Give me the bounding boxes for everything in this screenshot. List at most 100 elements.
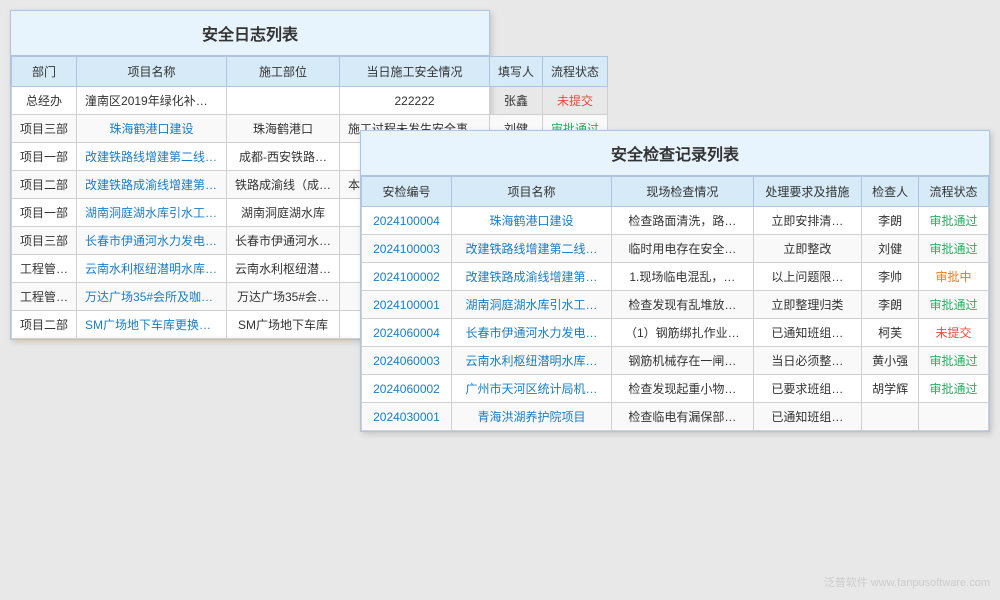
table-cell: 立即安排清… — [753, 207, 862, 235]
table-cell: 项目三部 — [12, 227, 77, 255]
table-cell[interactable]: 2024100003 — [362, 235, 452, 263]
table-cell[interactable]: 青海洪湖养护院项目 — [451, 403, 611, 431]
table-cell[interactable]: 万达广场35#会所及咖啡… — [77, 283, 227, 311]
safety-check-table: 安检编号项目名称现场检查情况处理要求及措施检查人流程状态 2024100004珠… — [361, 176, 989, 431]
table-cell[interactable]: 云南水利枢纽潜明水库一… — [77, 255, 227, 283]
table-cell: 项目一部 — [12, 143, 77, 171]
table-cell: 万达广场35#会… — [227, 283, 340, 311]
table-cell: 立即整理归类 — [753, 291, 862, 319]
column-header: 施工部位 — [227, 57, 340, 87]
table-row[interactable]: 2024060003云南水利枢纽潜明水库…钢筋机械存在一闸…当日必须整…黄小强审… — [362, 347, 989, 375]
table-cell[interactable]: 2024100002 — [362, 263, 452, 291]
table-cell: 检查发现有乱堆放… — [612, 291, 754, 319]
table-cell[interactable]: 改建铁路成渝线增建第二… — [77, 171, 227, 199]
table-cell: 项目二部 — [12, 311, 77, 339]
table-cell: 张鑫 — [490, 87, 543, 115]
table-cell: 胡学辉 — [862, 375, 919, 403]
table-cell: 李朗 — [862, 207, 919, 235]
table-cell[interactable]: 云南水利枢纽潜明水库… — [451, 347, 611, 375]
column-header: 填写人 — [490, 57, 543, 87]
table-cell[interactable]: 湖南洞庭湖水库引水工… — [451, 291, 611, 319]
table-cell: 审批通过 — [919, 347, 989, 375]
table-cell: 检查发现起重小物… — [612, 375, 754, 403]
table-cell: 已通知班组… — [753, 319, 862, 347]
table-cell[interactable]: 2024100001 — [362, 291, 452, 319]
table-cell: 钢筋机械存在一闸… — [612, 347, 754, 375]
table-cell: 珠海鹤港口 — [227, 115, 340, 143]
table-cell: 黄小强 — [862, 347, 919, 375]
table-cell: 已要求班组… — [753, 375, 862, 403]
watermark: 泛普软件 www.fanpusoftware.com — [824, 574, 990, 590]
table-cell: 柯芙 — [862, 319, 919, 347]
table-cell[interactable]: 改建铁路线增建第二线直… — [77, 143, 227, 171]
table-cell: 222222 — [340, 87, 490, 115]
safety-check-panel: 安全检查记录列表 安检编号项目名称现场检查情况处理要求及措施检查人流程状态 20… — [360, 130, 990, 432]
table-cell[interactable]: 改建铁路成渝线增建第… — [451, 263, 611, 291]
table-cell[interactable]: 长春市伊通河水力发电厂… — [77, 227, 227, 255]
table-cell: 潼南区2019年绿化补贴项… — [77, 87, 227, 115]
table-cell: 云南水利枢纽潜… — [227, 255, 340, 283]
column-header: 部门 — [12, 57, 77, 87]
table-cell[interactable]: SM广场地下车库更换摄… — [77, 311, 227, 339]
column-header: 流程状态 — [543, 57, 608, 87]
table-row[interactable]: 2024100003改建铁路线增建第二线…临时用电存在安全…立即整改刘健审批通过 — [362, 235, 989, 263]
table-row[interactable]: 总经办潼南区2019年绿化补贴项… 222222张鑫未提交 — [12, 87, 608, 115]
table-cell — [227, 87, 340, 115]
table-cell: 审批通过 — [919, 375, 989, 403]
table-cell[interactable]: 珠海鹤港口建设 — [451, 207, 611, 235]
table-row[interactable]: 2024100004珠海鹤港口建设检查路面清洗，路…立即安排清…李朗审批通过 — [362, 207, 989, 235]
table-cell: 铁路成渝线（成… — [227, 171, 340, 199]
table-cell: 项目一部 — [12, 199, 77, 227]
table-cell: 项目三部 — [12, 115, 77, 143]
table-cell — [862, 403, 919, 431]
table-row[interactable]: 2024030001青海洪湖养护院项目检查临电有漏保部…已通知班组… — [362, 403, 989, 431]
table-cell: 审批通过 — [919, 235, 989, 263]
table-cell[interactable]: 长春市伊通河水力发电… — [451, 319, 611, 347]
table-cell: 长春市伊通河水… — [227, 227, 340, 255]
table-cell: 检查临电有漏保部… — [612, 403, 754, 431]
table-cell: 李帅 — [862, 263, 919, 291]
table-cell: 审批通过 — [919, 207, 989, 235]
table-cell: （1）钢筋绑扎作业… — [612, 319, 754, 347]
table-cell: SM广场地下车库 — [227, 311, 340, 339]
table-cell: 1.现场临电混乱，… — [612, 263, 754, 291]
table-cell[interactable]: 2024030001 — [362, 403, 452, 431]
table-cell[interactable]: 2024060004 — [362, 319, 452, 347]
table-cell[interactable]: 改建铁路线增建第二线… — [451, 235, 611, 263]
column-header: 处理要求及措施 — [753, 177, 862, 207]
table-cell[interactable]: 广州市天河区统计局机… — [451, 375, 611, 403]
table-cell[interactable]: 2024060002 — [362, 375, 452, 403]
table-cell: 当日必须整… — [753, 347, 862, 375]
table-cell — [919, 403, 989, 431]
column-header: 安检编号 — [362, 177, 452, 207]
safety-check-title: 安全检查记录列表 — [361, 131, 989, 176]
table-cell: 检查路面清洗，路… — [612, 207, 754, 235]
table-row[interactable]: 2024100001湖南洞庭湖水库引水工…检查发现有乱堆放…立即整理归类李朗审批… — [362, 291, 989, 319]
column-header: 项目名称 — [451, 177, 611, 207]
column-header: 现场检查情况 — [612, 177, 754, 207]
table-cell: 刘健 — [862, 235, 919, 263]
table-cell: 审批中 — [919, 263, 989, 291]
table-row[interactable]: 2024100002改建铁路成渝线增建第…1.现场临电混乱，…以上问题限…李帅审… — [362, 263, 989, 291]
table-cell: 审批通过 — [919, 291, 989, 319]
column-header: 当日施工安全情况 — [340, 57, 490, 87]
column-header: 检查人 — [862, 177, 919, 207]
table-cell: 立即整改 — [753, 235, 862, 263]
table-cell: 总经办 — [12, 87, 77, 115]
table-cell[interactable]: 湖南洞庭湖水库引水工程… — [77, 199, 227, 227]
table-cell: 李朗 — [862, 291, 919, 319]
table-row[interactable]: 2024060002广州市天河区统计局机…检查发现起重小物…已要求班组…胡学辉审… — [362, 375, 989, 403]
table-cell: 未提交 — [919, 319, 989, 347]
column-header: 流程状态 — [919, 177, 989, 207]
table-cell[interactable]: 珠海鹤港口建设 — [77, 115, 227, 143]
table-cell[interactable]: 2024060003 — [362, 347, 452, 375]
table-cell[interactable]: 2024100004 — [362, 207, 452, 235]
table-cell: 工程管… — [12, 255, 77, 283]
table-cell: 未提交 — [543, 87, 608, 115]
table-row[interactable]: 2024060004长春市伊通河水力发电…（1）钢筋绑扎作业…已通知班组…柯芙未… — [362, 319, 989, 347]
safety-log-title: 安全日志列表 — [11, 11, 489, 56]
table-cell: 临时用电存在安全… — [612, 235, 754, 263]
table-cell: 工程管… — [12, 283, 77, 311]
table-cell: 成都-西安铁路… — [227, 143, 340, 171]
table-cell: 项目二部 — [12, 171, 77, 199]
